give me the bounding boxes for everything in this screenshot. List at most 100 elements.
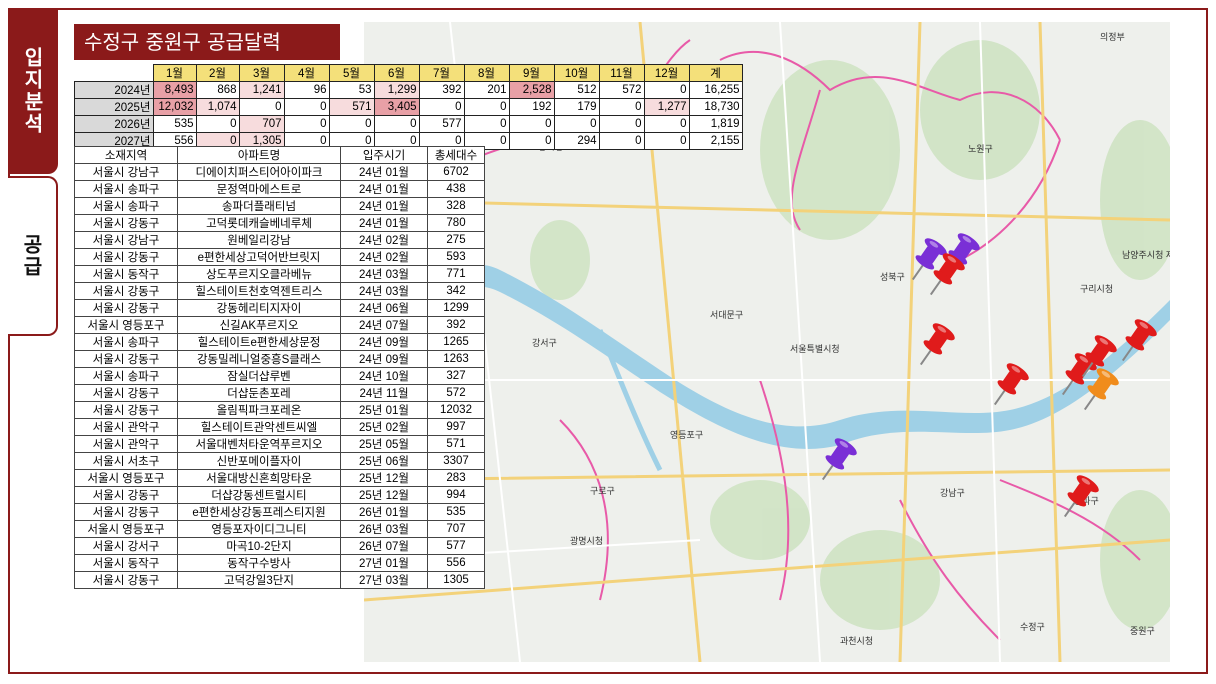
- table-cell: 24년 01월: [340, 214, 428, 232]
- table-cell: 송파더플래티넘: [177, 197, 341, 215]
- supply-cell: 868: [195, 81, 240, 99]
- table-cell: 6702: [427, 163, 485, 181]
- pushpin-icon[interactable]: [910, 320, 957, 372]
- supply-cell: 572: [598, 81, 645, 99]
- table-cell: 서울시 강동구: [74, 350, 178, 368]
- supply-cell: 0: [418, 98, 465, 116]
- supply-year: 2026년: [74, 115, 154, 133]
- supply-cell: 3,405: [373, 98, 420, 116]
- supply-month-header: 8월: [463, 64, 510, 82]
- tab-supply-label: 공급: [19, 234, 44, 278]
- supply-year: 2024년: [74, 81, 154, 99]
- table-cell: 27년 01월: [340, 554, 428, 572]
- table-cell: 서울시 관악구: [74, 418, 178, 436]
- place-label: 남양주시청 제2청사: [1122, 250, 1170, 260]
- table-row: 서울시 강동구 힐스테이트천호역젠트리스 24년 03월 342: [74, 282, 485, 300]
- supply-cell: 53: [328, 81, 375, 99]
- place-label: 구로구: [590, 486, 615, 496]
- table-cell: 더샵강동센트럴시티: [177, 486, 341, 504]
- apartment-column-header: 아파트명: [177, 146, 341, 164]
- table-cell: 25년 12월: [340, 469, 428, 487]
- tab-location-analysis[interactable]: 입지분석: [8, 8, 58, 174]
- supply-month-header: 9월: [508, 64, 555, 82]
- supply-cell: 1,819: [688, 115, 743, 133]
- table-row: 서울시 송파구 송파더플래티넘 24년 01월 328: [74, 197, 485, 215]
- table-cell: 서울시 강서구: [74, 537, 178, 555]
- table-cell: 12032: [427, 401, 485, 419]
- table-cell: 24년 07월: [340, 316, 428, 334]
- table-cell: 서울시 영등포구: [74, 469, 178, 487]
- place-label: 중원구: [1130, 626, 1155, 636]
- table-cell: 24년 09월: [340, 333, 428, 351]
- supply-cell: 1,299: [373, 81, 420, 99]
- table-cell: 서울시 동작구: [74, 554, 178, 572]
- table-cell: 392: [427, 316, 485, 334]
- table-cell: 상도푸르지오클라베뉴: [177, 265, 341, 283]
- supply-cell: 201: [463, 81, 510, 99]
- supply-month-header: 5월: [328, 64, 375, 82]
- supply-cell: 571: [328, 98, 375, 116]
- supply-cell: 2,528: [508, 81, 555, 99]
- supply-month-header: 4월: [283, 64, 330, 82]
- table-cell: 동작구수방사: [177, 554, 341, 572]
- table-cell: 서울시 영등포구: [74, 520, 178, 538]
- supply-month-header: 10월: [553, 64, 600, 82]
- table-cell: 572: [427, 384, 485, 402]
- supply-cell: 577: [418, 115, 465, 133]
- table-cell: 1263: [427, 350, 485, 368]
- place-label: 수정구: [1020, 622, 1045, 632]
- table-cell: 강동밀레니얼중흥S클래스: [177, 350, 341, 368]
- table-cell: e편한세상강동프레스티지원: [177, 503, 341, 521]
- supply-cell: 96: [283, 81, 330, 99]
- corner-cell: [74, 64, 154, 82]
- table-row: 서울시 관악구 서울대벤처타운역푸르지오 25년 05월 571: [74, 435, 485, 453]
- table-cell: 342: [427, 282, 485, 300]
- apartment-column-header: 총세대수: [427, 146, 485, 164]
- table-cell: 25년 12월: [340, 486, 428, 504]
- place-label: 과천시청: [840, 636, 873, 646]
- table-row: 서울시 강동구 강동밀레니얼중흥S클래스 24년 09월 1263: [74, 350, 485, 368]
- table-cell: 디에이치퍼스티어아이파크: [177, 163, 341, 181]
- supply-month-header: 3월: [238, 64, 285, 82]
- table-row: 서울시 강동구 강동헤리티지자이 24년 06월 1299: [74, 299, 485, 317]
- table-cell: 서울시 강동구: [74, 571, 178, 589]
- table-cell: 서울시 동작구: [74, 265, 178, 283]
- table-row: 서울시 강동구 올림픽파크포레온 25년 01월 12032: [74, 401, 485, 419]
- supply-header-row: 1월 2월 3월 4월 5월 6월 7월 8월 9월 10월 11월 12월 계: [74, 64, 743, 82]
- table-row: 서울시 영등포구 신길AK푸르지오 24년 07월 392: [74, 316, 485, 334]
- apartment-list-table: 소재지역 아파트명 입주시기 총세대수 서울시 강남구 디에이치퍼스티어아이파크 24년 …: [74, 146, 485, 589]
- supply-cell: 2,155: [688, 132, 743, 150]
- table-row: 서울시 강남구 디에이치퍼스티어아이파크 24년 01월 6702: [74, 163, 485, 181]
- supply-calendar-table: 1월 2월 3월 4월 5월 6월 7월 8월 9월 10월 11월 12월 계 2024년 8,493 8…: [74, 64, 743, 150]
- table-cell: 593: [427, 248, 485, 266]
- table-cell: 서울대방신혼희망타운: [177, 469, 341, 487]
- supply-row: 2025년 12,032 1,074 0 0 571 3,405 0 0 192 179 0 1,277…: [74, 98, 743, 116]
- place-label: 강남구: [940, 488, 965, 498]
- supply-cell: 0: [238, 98, 285, 116]
- supply-cell: 0: [598, 132, 645, 150]
- supply-cell: 392: [418, 81, 465, 99]
- table-row: 서울시 송파구 문정역마에스트로 24년 01월 438: [74, 180, 485, 198]
- table-cell: 26년 03월: [340, 520, 428, 538]
- table-cell: 25년 06월: [340, 452, 428, 470]
- supply-cell: 0: [195, 115, 240, 133]
- table-cell: 24년 09월: [340, 350, 428, 368]
- tab-supply[interactable]: 공급: [8, 176, 58, 336]
- table-cell: 26년 01월: [340, 503, 428, 521]
- table-cell: 올림픽파크포레온: [177, 401, 341, 419]
- table-cell: 신길AK푸르지오: [177, 316, 341, 334]
- table-cell: 서울시 강동구: [74, 486, 178, 504]
- table-cell: 서울시 강동구: [74, 384, 178, 402]
- table-row: 서울시 영등포구 영등포자이디그니티 26년 03월 707: [74, 520, 485, 538]
- supply-month-header: 7월: [418, 64, 465, 82]
- table-cell: 서울시 송파구: [74, 180, 178, 198]
- supply-cell: 535: [152, 115, 197, 133]
- table-cell: 997: [427, 418, 485, 436]
- table-row: 서울시 동작구 동작구수방사 27년 01월 556: [74, 554, 485, 572]
- supply-row: 2026년 535 0 707 0 0 0 577 0 0 0 0 0 1,819: [74, 115, 743, 133]
- supply-cell: 1,074: [195, 98, 240, 116]
- table-cell: 283: [427, 469, 485, 487]
- table-cell: 1265: [427, 333, 485, 351]
- table-cell: e편한세상고덕어반브릿지: [177, 248, 341, 266]
- place-label: 광명시청: [570, 535, 603, 546]
